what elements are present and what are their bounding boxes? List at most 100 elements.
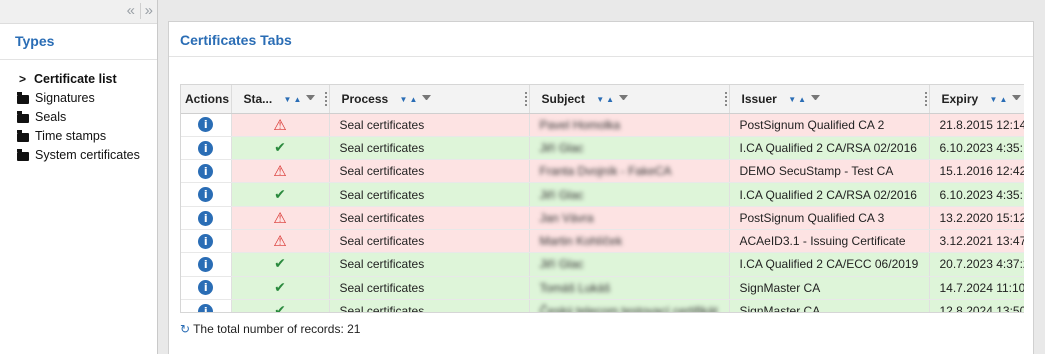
expand-right-icon[interactable]: » <box>139 3 153 19</box>
sort-up-icon[interactable]: ▲ <box>409 95 417 104</box>
table-row[interactable]: i ⚠ Seal certificates Pavel Homolka PostSign… <box>181 113 1024 137</box>
status-cell: ✔ <box>231 276 330 300</box>
table-row[interactable]: i ✔ Seal certificates Jiří Glac I.CA Qualifi… <box>181 182 1024 207</box>
warning-icon: ⚠ <box>273 162 287 181</box>
filter-icon[interactable] <box>811 95 821 104</box>
process-cell: Seal certificates <box>329 229 530 254</box>
sort-down-icon[interactable]: ▼ <box>596 95 604 104</box>
table-row[interactable]: i ✔ Seal certificates Jiří Glac I.CA Qualifi… <box>181 252 1024 277</box>
column-header-subject[interactable]: Subject ▼ ▲ <box>529 85 730 114</box>
filter-icon[interactable] <box>306 95 316 104</box>
actions-cell: i <box>181 276 232 300</box>
info-icon[interactable]: i <box>198 303 214 312</box>
check-icon: ✔ <box>274 303 286 313</box>
column-header-issuer[interactable]: Issuer ▼ ▲ <box>729 85 930 114</box>
actions-cell: i <box>181 136 232 161</box>
expiry-cell: 6.10.2023 4:35: <box>929 136 1024 161</box>
table-row[interactable]: i ✔ Seal certificates Český telecom testova… <box>181 299 1024 313</box>
actions-cell: i <box>181 159 232 184</box>
process-cell: Seal certificates <box>329 299 530 312</box>
column-header-expiry[interactable]: Expiry ▼ ▲ <box>929 85 1024 114</box>
status-cell: ⚠ <box>231 113 330 137</box>
table-row[interactable]: i ⚠ Seal certificates Jan Vávra PostSignum Q… <box>181 206 1024 230</box>
check-icon: ✔ <box>274 279 286 296</box>
refresh-icon[interactable]: ↻ <box>180 322 190 336</box>
expiry-cell: 14.7.2024 11:10:5 <box>929 276 1024 300</box>
chevron-right-icon: > <box>18 72 26 86</box>
column-resize-handle[interactable] <box>724 92 727 106</box>
subject-cell: Jan Vávra <box>529 206 730 230</box>
sort-down-icon[interactable]: ▼ <box>400 95 408 104</box>
subject-value: Jiří Glac <box>539 140 584 155</box>
status-cell: ✔ <box>231 182 330 207</box>
sort-up-icon[interactable]: ▲ <box>606 95 614 104</box>
table-row[interactable]: i ⚠ Seal certificates Martin Kohlíček ACAeID… <box>181 229 1024 254</box>
table-row[interactable]: i ⚠ Seal certificates Franta Dvojník - Fake… <box>181 159 1024 184</box>
types-item-certificate-list[interactable]: > Certificate list <box>17 70 157 89</box>
info-icon[interactable]: i <box>198 163 214 179</box>
collapse-left-icon[interactable]: « <box>127 3 135 19</box>
folder-icon <box>17 130 29 142</box>
types-item-seals[interactable]: Seals <box>17 108 157 127</box>
column-header-label: Expiry <box>941 91 979 106</box>
warning-icon: ⚠ <box>273 115 287 134</box>
sort-down-icon[interactable]: ▼ <box>990 95 998 104</box>
types-item-label: Seals <box>35 110 67 124</box>
issuer-cell: PostSignum Qualified CA 2 <box>729 113 930 137</box>
info-icon[interactable]: i <box>198 257 214 273</box>
types-item-time-stamps[interactable]: Time stamps <box>17 127 157 146</box>
filter-icon[interactable] <box>619 95 629 104</box>
info-icon[interactable]: i <box>198 233 214 249</box>
info-icon[interactable]: i <box>198 117 214 133</box>
info-icon[interactable]: i <box>198 210 214 226</box>
sort-down-icon[interactable]: ▼ <box>284 95 292 104</box>
subject-value: Tomáš Lukáš <box>539 280 611 295</box>
filter-icon[interactable] <box>1012 95 1022 104</box>
sort-up-icon[interactable]: ▲ <box>999 95 1007 104</box>
grid-header-row: Actions Sta... ▼ ▲ Process ▼ ▲ Subject ▼… <box>181 85 1024 114</box>
sort-up-icon[interactable]: ▲ <box>293 95 301 104</box>
types-item-label: Signatures <box>35 91 95 105</box>
subject-cell: Český telecom testovací certifikát <box>529 299 730 312</box>
status-cell: ✔ <box>231 136 330 161</box>
subject-value: Jiří Glac <box>539 187 584 202</box>
process-cell: Seal certificates <box>329 206 530 230</box>
left-panel-toolbar: « » <box>0 0 157 24</box>
check-icon: ✔ <box>274 256 286 273</box>
sort-up-icon[interactable]: ▲ <box>798 95 806 104</box>
filter-icon[interactable] <box>422 95 432 104</box>
folder-icon <box>17 92 29 104</box>
check-icon: ✔ <box>274 139 286 156</box>
types-item-label: System certificates <box>35 148 140 162</box>
column-header-process[interactable]: Process ▼ ▲ <box>329 85 530 114</box>
status-cell: ✔ <box>231 252 330 277</box>
column-resize-handle[interactable] <box>524 92 527 106</box>
subject-value: Pavel Homolka <box>539 117 621 132</box>
types-item-label: Time stamps <box>35 129 107 143</box>
subject-cell: Jiří Glac <box>529 182 730 207</box>
status-cell: ⚠ <box>231 229 330 254</box>
info-icon[interactable]: i <box>198 140 214 156</box>
column-header-actions[interactable]: Actions <box>181 85 232 114</box>
column-resize-handle[interactable] <box>324 92 327 106</box>
certificates-title: Certificates Tabs <box>169 22 1033 57</box>
column-header-status[interactable]: Sta... ▼ ▲ <box>231 85 330 114</box>
sort-down-icon[interactable]: ▼ <box>788 95 796 104</box>
issuer-cell: SignMaster CA <box>729 299 930 312</box>
warning-icon: ⚠ <box>273 232 287 251</box>
info-icon[interactable]: i <box>198 280 214 296</box>
status-cell: ⚠ <box>231 159 330 184</box>
left-panel: « » Types > Certificate list Signatures … <box>0 0 158 354</box>
actions-cell: i <box>181 299 232 312</box>
actions-cell: i <box>181 252 232 277</box>
table-row[interactable]: i ✔ Seal certificates Jiří Glac I.CA Qualifi… <box>181 136 1024 161</box>
types-item-signatures[interactable]: Signatures <box>17 89 157 108</box>
types-list: > Certificate list Signatures Seals Time… <box>0 70 157 165</box>
types-item-system-certificates[interactable]: System certificates <box>17 146 157 165</box>
column-resize-handle[interactable] <box>924 92 927 106</box>
grid-footer: ↻ The total number of records: 21 <box>180 322 360 336</box>
expiry-cell: 3.12.2021 13:47: <box>929 229 1024 254</box>
table-row[interactable]: i ✔ Seal certificates Tomáš Lukáš SignMaster… <box>181 276 1024 300</box>
info-icon[interactable]: i <box>198 187 214 203</box>
expiry-cell: 21.8.2015 12:14:4 <box>929 113 1024 137</box>
